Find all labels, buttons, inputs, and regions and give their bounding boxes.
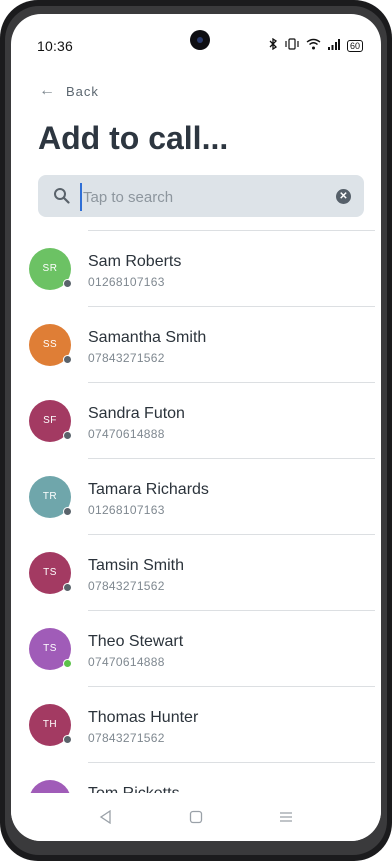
back-button[interactable]: ← Back	[39, 82, 99, 100]
avatar-initials: SF	[43, 415, 57, 426]
search-icon	[54, 188, 70, 204]
contact-phone: 07470614888	[88, 655, 165, 669]
avatar: TS	[29, 628, 72, 670]
avatar: TH	[29, 704, 72, 746]
back-label: Back	[66, 83, 99, 99]
bluetooth-icon	[268, 37, 278, 53]
presence-indicator	[63, 507, 72, 516]
presence-indicator	[63, 431, 72, 440]
contact-phone: 01268107163	[88, 503, 165, 517]
nav-home-icon[interactable]	[186, 809, 206, 825]
contact-phone: 01268107163	[88, 275, 165, 289]
avatar-initials: TS	[43, 567, 57, 578]
contact-row[interactable]: TR Tamara Richards 01268107163	[11, 459, 381, 534]
clear-search-icon[interactable]: ✕	[336, 189, 351, 204]
contact-name: Sandra Futon	[88, 405, 185, 422]
contact-phone: 07470614888	[88, 427, 165, 441]
contact-row[interactable]: SF Sandra Futon 07470614888	[11, 383, 381, 458]
presence-indicator	[63, 735, 72, 744]
system-nav-bar	[11, 793, 381, 841]
contact-name: Tamara Richards	[88, 481, 209, 498]
presence-indicator	[63, 583, 72, 592]
vibrate-icon	[285, 38, 299, 53]
contact-name: Tamsin Smith	[88, 557, 185, 574]
avatar-initials: TR	[42, 491, 58, 502]
avatar-initials: TH	[42, 719, 58, 730]
avatar-initials: SS	[42, 339, 58, 350]
contact-row[interactable]: TS Theo Stewart 07470614888	[11, 611, 381, 686]
signal-icon	[327, 38, 340, 53]
contact-phone: 07843271562	[88, 731, 165, 745]
contact-row[interactable]: TH Thomas Hunter 07843271562	[11, 687, 381, 762]
contact-name: Thomas Hunter	[88, 709, 199, 726]
presence-indicator	[63, 279, 72, 288]
contact-phone: 07843271562	[88, 351, 165, 365]
contact-name: Theo Stewart	[88, 633, 184, 650]
status-icons: 60	[268, 37, 363, 53]
avatar: TR	[29, 476, 72, 518]
wifi-icon	[306, 38, 321, 53]
front-camera	[190, 30, 210, 50]
contact-name: Sam Roberts	[88, 253, 182, 270]
search-bar[interactable]: ✕	[38, 175, 364, 217]
contact-list: SR Sam Roberts 01268107163 SS Samantha Smith…	[11, 230, 381, 839]
avatar: TS	[29, 552, 72, 594]
contact-row[interactable]: SR Sam Roberts 01268107163	[11, 231, 381, 306]
avatar-initials: TS	[43, 643, 57, 654]
arrow-left-icon: ←	[39, 82, 56, 99]
phone-frame: 10:36 60 ← Back Add to call... Tap to se…	[0, 0, 392, 861]
avatar: SF	[29, 400, 72, 442]
battery-icon: 60	[346, 39, 363, 52]
contact-row[interactable]: TS Tamsin Smith 07843271562	[11, 535, 381, 610]
status-time: 10:36	[37, 38, 74, 54]
nav-back-icon[interactable]	[96, 809, 116, 825]
search-input[interactable]	[80, 183, 335, 211]
presence-indicator	[63, 355, 72, 364]
avatar-initials: SR	[42, 263, 58, 274]
contact-name: Samantha Smith	[88, 329, 207, 346]
screen: 10:36 60 ← Back Add to call... Tap to se…	[11, 14, 381, 841]
presence-indicator	[63, 659, 72, 668]
avatar: SS	[29, 324, 72, 366]
page-title: Add to call...	[38, 120, 229, 156]
contact-phone: 07843271562	[88, 579, 165, 593]
nav-recents-icon[interactable]	[276, 809, 296, 825]
avatar: SR	[29, 248, 72, 290]
contact-row[interactable]: SS Samantha Smith 07843271562	[11, 307, 381, 382]
